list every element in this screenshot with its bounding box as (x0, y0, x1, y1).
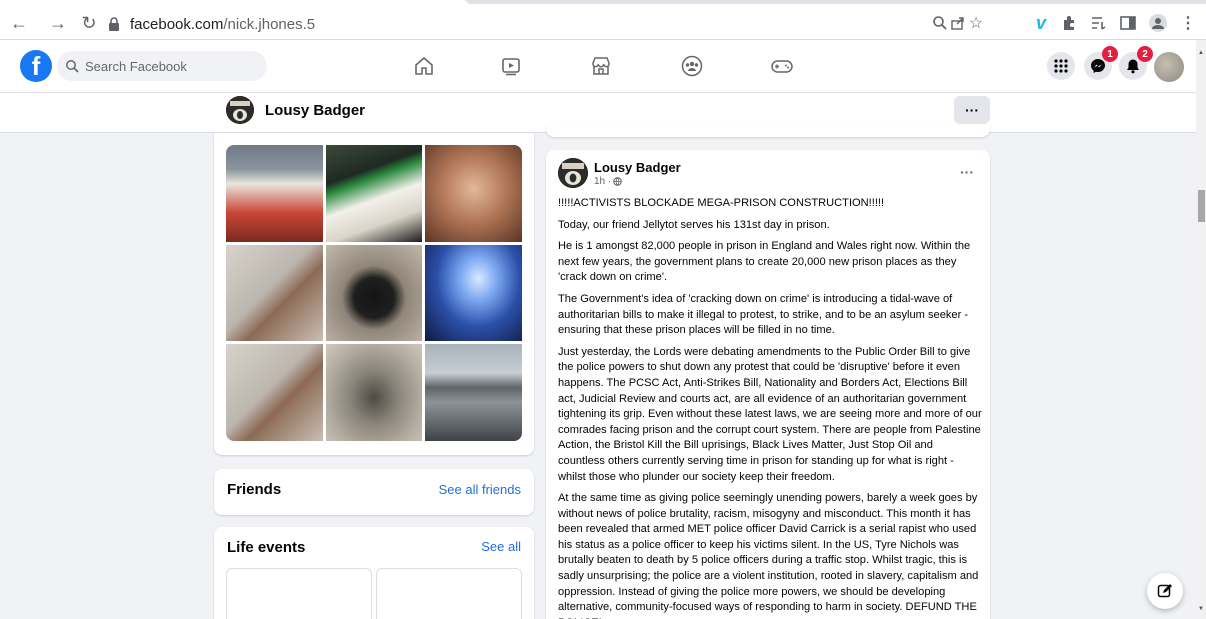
vimeo-icon[interactable]: v (1031, 13, 1051, 33)
life-events-card: Life events See all (214, 527, 534, 619)
life-event-tile[interactable] (376, 568, 522, 619)
previous-post-edge (546, 125, 990, 137)
photo-thumbnail[interactable] (226, 145, 323, 242)
post-paragraph: He is 1 amongst 82,000 people in prison … (558, 240, 971, 284)
messenger-icon (1091, 59, 1105, 73)
browser-toolbar: ← → ↻ facebook.com/nick.jhones.5 ☆ v ⋮ (0, 0, 1206, 40)
post-timestamp[interactable]: 1h · (594, 176, 611, 187)
life-event-tile[interactable] (226, 568, 372, 619)
facebook-logo-icon[interactable]: f (20, 50, 52, 82)
reading-list-icon[interactable] (1089, 13, 1109, 33)
post-paragraph: !!!!!ACTIVISTS BLOCKADE MEGA-PRISON CONS… (558, 197, 885, 209)
messenger-badge: 1 (1102, 46, 1118, 62)
friends-title: Friends (227, 481, 282, 498)
messenger-button[interactable]: 1 (1084, 46, 1118, 80)
lock-icon[interactable] (108, 17, 120, 31)
post-paragraph: The Government's idea of 'cracking down … (558, 292, 969, 337)
url-path: /nick.jhones.5 (223, 15, 316, 33)
more-options-button[interactable]: ··· (954, 96, 990, 124)
search-placeholder: Search Facebook (85, 58, 187, 74)
photo-thumbnail[interactable] (226, 344, 323, 441)
reload-icon[interactable]: ↻ (78, 12, 100, 34)
url-host: facebook.com (130, 15, 224, 33)
avatar[interactable] (226, 96, 254, 124)
watch-icon[interactable] (499, 54, 523, 78)
post-paragraph: At the same time as giving police seemin… (558, 492, 979, 619)
scroll-up-arrow-icon[interactable]: ▲ (1198, 50, 1204, 56)
globe-icon (613, 177, 623, 186)
photo-thumbnail[interactable] (425, 145, 522, 242)
account-avatar[interactable] (1154, 52, 1184, 82)
profile-icon[interactable] (1148, 13, 1168, 33)
compose-icon (1157, 584, 1172, 598)
see-all-life-events-link[interactable]: See all (481, 539, 521, 554)
photo-thumbnail[interactable] (226, 244, 323, 342)
photo-thumbnail[interactable] (325, 145, 423, 242)
photo-thumbnail[interactable] (425, 344, 522, 441)
post-meta: 1h · (594, 176, 623, 187)
address-bar[interactable]: facebook.com/nick.jhones.5 (108, 11, 1008, 37)
groups-icon[interactable] (680, 54, 704, 78)
marketplace-icon[interactable] (589, 54, 613, 78)
notifications-badge: 2 (1137, 46, 1153, 62)
notifications-button[interactable]: 2 (1119, 46, 1153, 80)
menu-icon[interactable]: ⋮ (1178, 13, 1198, 33)
menu-grid-icon[interactable] (1047, 52, 1075, 80)
search-input[interactable]: Search Facebook (57, 51, 267, 81)
bell-icon (1127, 59, 1139, 74)
star-icon[interactable]: ☆ (966, 13, 986, 33)
gaming-icon[interactable] (770, 54, 794, 78)
post-paragraph: Just yesterday, the Lords were debating … (558, 345, 982, 483)
photo-grid (226, 145, 522, 441)
extensions-icon[interactable] (1059, 13, 1079, 33)
post-text: !!!!!ACTIVISTS BLOCKADE MEGA-PRISON CONS… (558, 196, 982, 619)
scroll-thumb[interactable] (1198, 190, 1205, 222)
home-icon[interactable] (412, 54, 436, 78)
photo-thumbnail[interactable] (325, 344, 423, 441)
profile-name[interactable]: Lousy Badger (265, 102, 365, 119)
friends-card: Friends See all friends (214, 469, 534, 515)
new-message-button[interactable] (1147, 573, 1183, 609)
photos-card (214, 133, 534, 455)
post-options-button[interactable]: ··· (960, 164, 974, 180)
scroll-down-arrow-icon[interactable]: ▼ (1198, 606, 1204, 612)
zoom-icon[interactable] (930, 13, 950, 33)
life-events-title: Life events (227, 539, 306, 556)
search-icon (66, 60, 79, 73)
photo-thumbnail[interactable] (425, 244, 522, 342)
forward-icon[interactable]: → (47, 12, 69, 34)
see-all-friends-link[interactable]: See all friends (439, 482, 521, 497)
photo-thumbnail[interactable] (325, 244, 423, 342)
page-scrollbar[interactable]: ▲ ▼ (1196, 40, 1206, 619)
post-author-name[interactable]: Lousy Badger (594, 160, 681, 175)
share-icon[interactable] (948, 13, 968, 33)
post-author-avatar[interactable] (558, 158, 588, 188)
back-icon[interactable]: ← (8, 12, 30, 34)
side-panel-icon[interactable] (1118, 13, 1138, 33)
post-card: Lousy Badger 1h · ··· !!!!!ACTIVISTS BLO… (546, 150, 990, 619)
facebook-navbar: f Search Facebook 1 2 (0, 40, 1196, 92)
tab-strip (0, 0, 1206, 8)
post-paragraph: Today, our friend Jellytot serves his 13… (558, 218, 830, 231)
